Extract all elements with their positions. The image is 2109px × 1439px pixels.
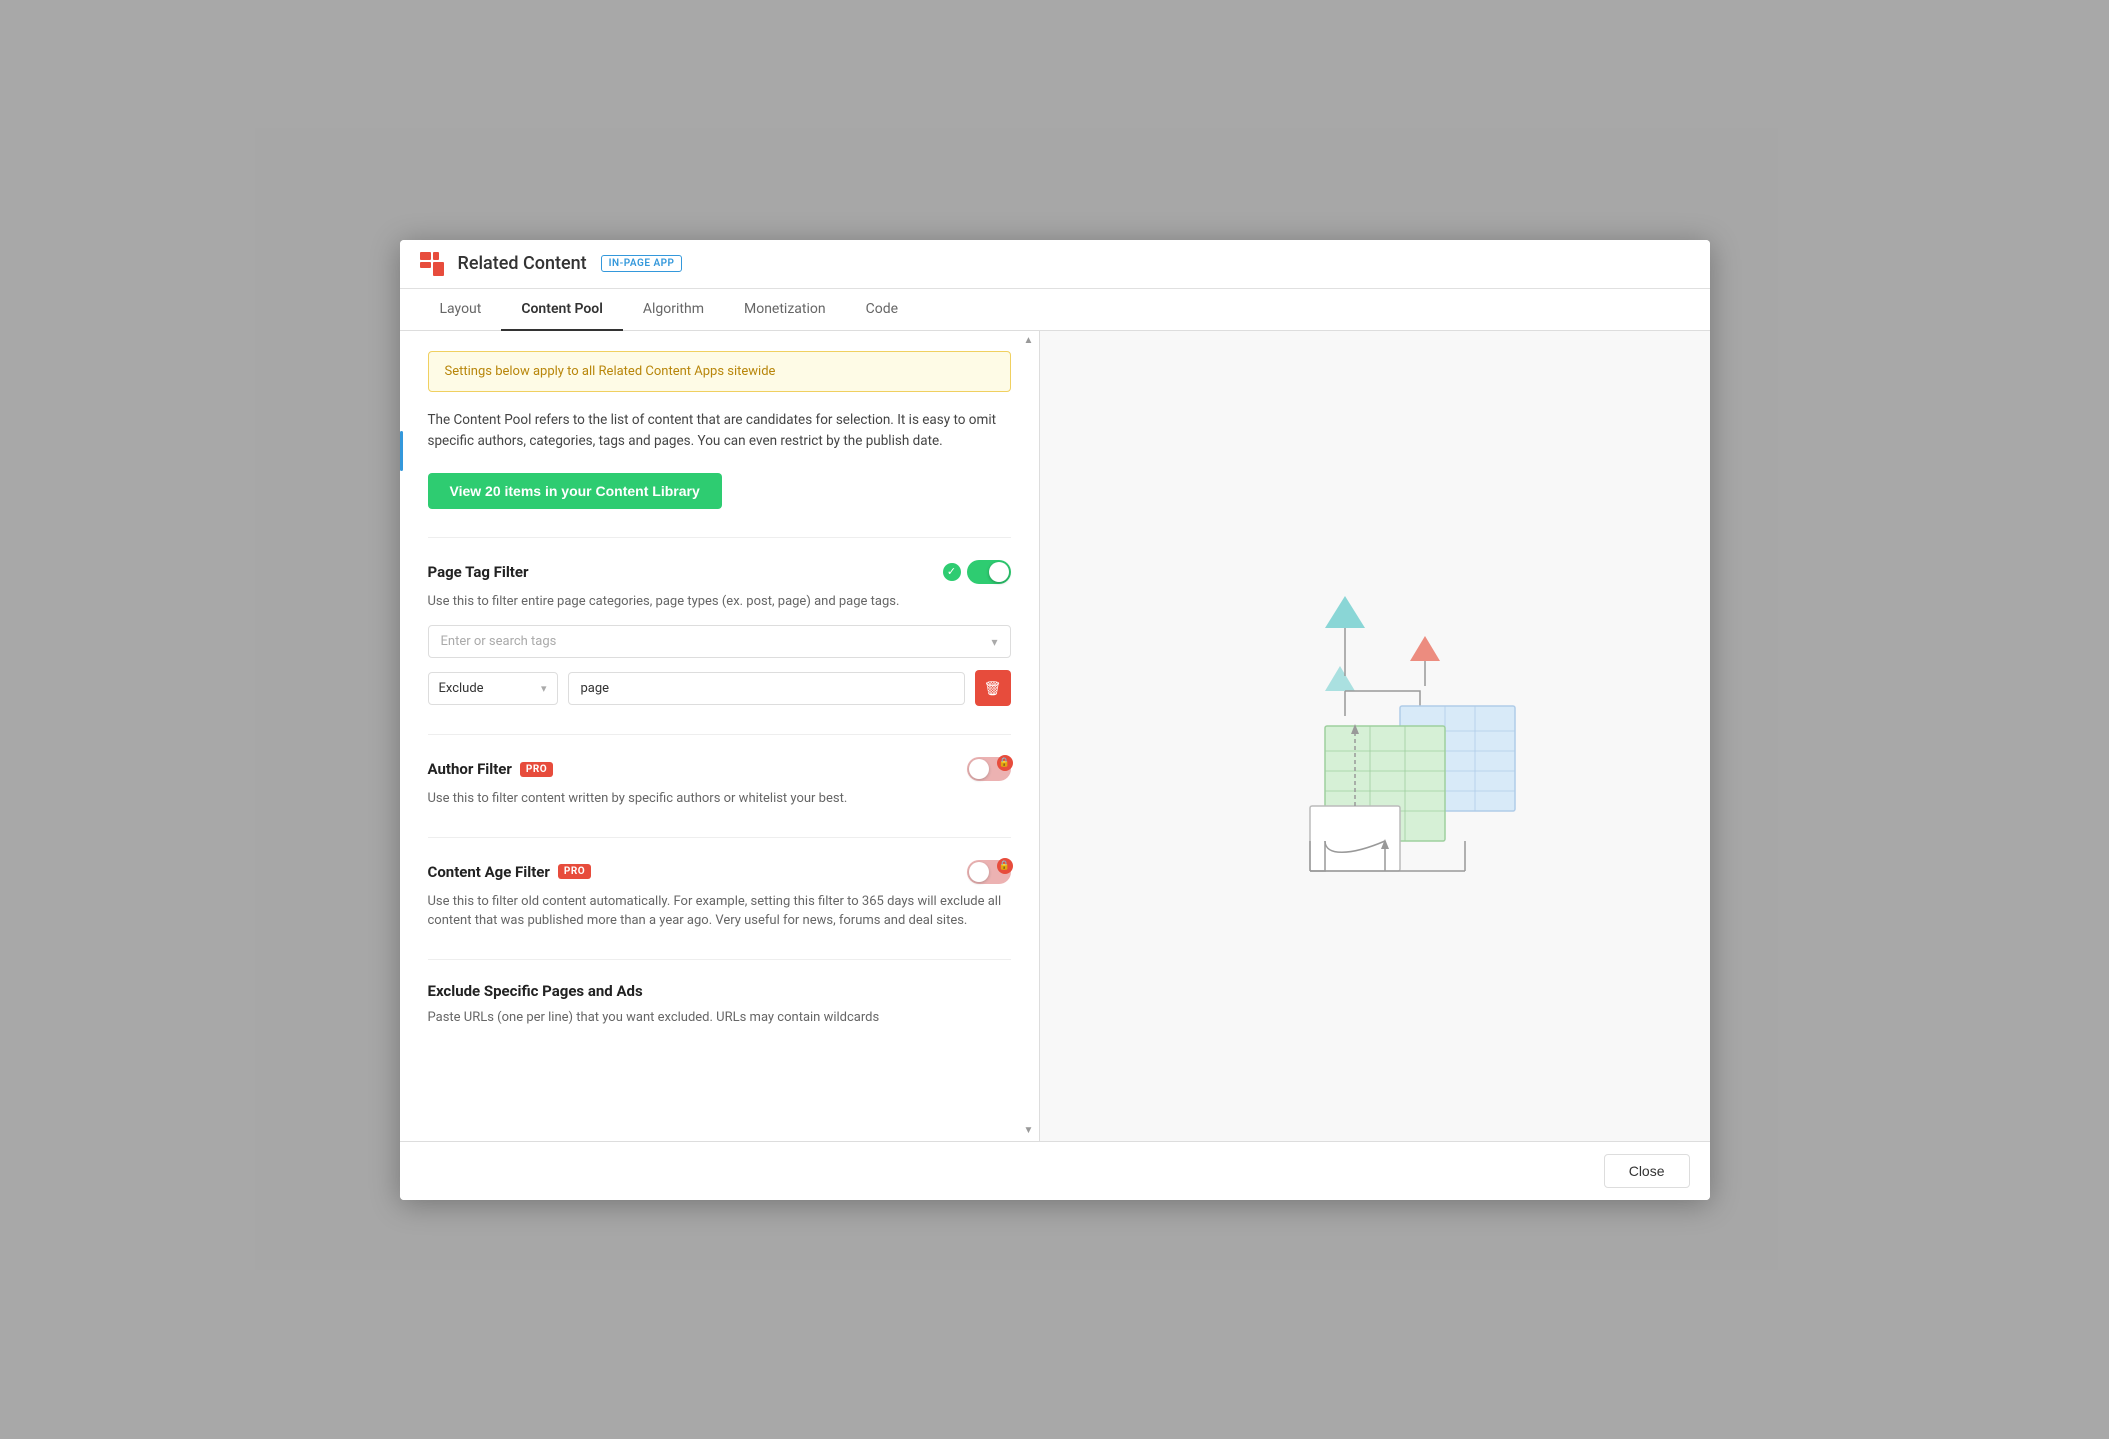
tab-algorithm[interactable]: Algorithm bbox=[623, 289, 724, 331]
tag-input[interactable]: Enter or search tags ▾ bbox=[428, 625, 1011, 658]
author-filter-header: Author Filter PRO 🔒 bbox=[428, 757, 1011, 781]
tag-input-chevron-icon: ▾ bbox=[991, 635, 997, 649]
page-tag-filter-section: Page Tag Filter ✓ Use this to filter ent bbox=[428, 537, 1011, 707]
filter-row-0: Exclude ▾ page 🗑 bbox=[428, 670, 1011, 706]
tab-content-pool[interactable]: Content Pool bbox=[501, 289, 623, 331]
page-tag-filter-toggle-container: ✓ bbox=[943, 560, 1011, 584]
diagram bbox=[1080, 371, 1670, 1101]
modal-title: Related Content bbox=[458, 253, 587, 274]
exclude-pages-title: Exclude Specific Pages and Ads bbox=[428, 982, 643, 1000]
page-tag-filter-toggle[interactable] bbox=[967, 560, 1011, 584]
close-button[interactable]: Close bbox=[1604, 1154, 1690, 1188]
content-age-filter-toggle[interactable]: 🔒 bbox=[967, 860, 1011, 884]
tabs-bar: Layout Content Pool Algorithm Monetizati… bbox=[400, 289, 1710, 331]
modal-overlay: Related Content IN-PAGE APP Layout Conte… bbox=[0, 0, 2109, 1439]
page-tag-filter-desc: Use this to filter entire page categorie… bbox=[428, 592, 1011, 612]
delete-filter-button[interactable]: 🗑 bbox=[975, 670, 1011, 706]
content-pool-description: The Content Pool refers to the list of c… bbox=[428, 410, 1011, 453]
content-age-filter-section: Content Age Filter PRO 🔒 Use this to fil… bbox=[428, 837, 1011, 931]
author-filter-desc: Use this to filter content written by sp… bbox=[428, 789, 1011, 809]
content-pool-diagram bbox=[1225, 576, 1525, 896]
page-tag-filter-title: Page Tag Filter bbox=[428, 563, 529, 581]
exclude-pages-section: Exclude Specific Pages and Ads Paste URL… bbox=[428, 959, 1011, 1028]
in-page-badge: IN-PAGE APP bbox=[601, 255, 683, 272]
author-filter-lock-icon: 🔒 bbox=[997, 755, 1013, 771]
scroll-arrow-up[interactable]: ▲ bbox=[1019, 331, 1039, 351]
toggle-knob bbox=[989, 562, 1009, 582]
content-age-filter-header: Content Age Filter PRO 🔒 bbox=[428, 860, 1011, 884]
modal-footer: Close bbox=[400, 1141, 1710, 1200]
warning-banner: Settings below apply to all Related Cont… bbox=[428, 351, 1011, 392]
left-panel: Settings below apply to all Related Cont… bbox=[400, 331, 1040, 1141]
filter-type-select[interactable]: Exclude ▾ bbox=[428, 672, 558, 705]
content-age-filter-pro-badge: PRO bbox=[558, 864, 591, 879]
content-age-filter-desc: Use this to filter old content automatic… bbox=[428, 892, 1011, 931]
view-library-button[interactable]: View 20 items in your Content Library bbox=[428, 473, 722, 509]
author-filter-title: Author Filter PRO bbox=[428, 760, 554, 778]
tag-input-placeholder: Enter or search tags bbox=[441, 634, 557, 649]
content-age-filter-title: Content Age Filter PRO bbox=[428, 863, 592, 881]
right-panel bbox=[1040, 331, 1710, 1141]
trash-icon: 🗑 bbox=[984, 680, 1002, 697]
page-tag-filter-header: Page Tag Filter ✓ bbox=[428, 560, 1011, 584]
tab-monetization[interactable]: Monetization bbox=[724, 289, 846, 331]
tab-code[interactable]: Code bbox=[846, 289, 918, 331]
modal: Related Content IN-PAGE APP Layout Conte… bbox=[400, 240, 1710, 1200]
tab-layout[interactable]: Layout bbox=[420, 289, 502, 331]
app-icon bbox=[420, 252, 444, 276]
content-age-toggle-knob bbox=[969, 862, 989, 882]
author-filter-section: Author Filter PRO 🔒 Use this to filter c… bbox=[428, 734, 1011, 809]
modal-header: Related Content IN-PAGE APP bbox=[400, 240, 1710, 289]
toggle-check-icon: ✓ bbox=[943, 563, 961, 581]
author-toggle-knob bbox=[969, 759, 989, 779]
scroll-area[interactable]: Settings below apply to all Related Cont… bbox=[400, 331, 1039, 1141]
filter-select-chevron-icon: ▾ bbox=[541, 682, 547, 695]
exclude-pages-header: Exclude Specific Pages and Ads bbox=[428, 982, 1011, 1000]
exclude-pages-desc: Paste URLs (one per line) that you want … bbox=[428, 1008, 1011, 1028]
filter-type-label: Exclude bbox=[439, 681, 484, 696]
scroll-arrow-down[interactable]: ▼ bbox=[1019, 1121, 1039, 1141]
modal-body: Settings below apply to all Related Cont… bbox=[400, 331, 1710, 1141]
author-filter-toggle[interactable]: 🔒 bbox=[967, 757, 1011, 781]
author-filter-pro-badge: PRO bbox=[520, 762, 553, 777]
filter-value-display: page bbox=[568, 672, 965, 705]
